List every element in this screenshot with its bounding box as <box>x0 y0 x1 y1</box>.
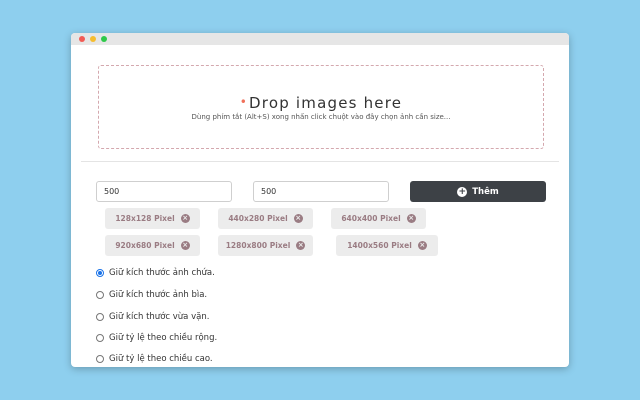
width-input[interactable] <box>96 181 232 202</box>
preset-chip-label: 1280x800 Pixel <box>225 241 291 250</box>
remove-icon[interactable]: × <box>180 214 190 223</box>
resize-mode-label: Giữ kích thước vừa vặn. <box>109 312 210 322</box>
dropzone-title: •Drop images here <box>99 94 543 112</box>
resize-mode-height[interactable]: Giữ tỷ lệ theo chiều cao. <box>96 354 213 364</box>
divider <box>81 161 559 162</box>
remove-icon[interactable]: × <box>417 241 427 250</box>
height-input[interactable] <box>253 181 389 202</box>
resize-mode-label: Giữ tỷ lệ theo chiều rộng. <box>109 333 218 343</box>
preset-chip-440x280[interactable]: 440x280 Pixel × <box>218 208 313 229</box>
remove-icon[interactable]: × <box>406 214 416 223</box>
remove-icon[interactable]: × <box>293 214 303 223</box>
preset-chip-128x128[interactable]: 128x128 Pixel × <box>105 208 200 229</box>
image-dropzone[interactable]: •Drop images here Dùng phím tắt (Alt+S) … <box>98 65 544 149</box>
preset-chip-label: 440x280 Pixel <box>228 214 288 223</box>
dropzone-subtitle: Dùng phím tắt (Alt+S) xong nhấn click ch… <box>191 113 451 121</box>
remove-icon[interactable]: × <box>180 241 190 250</box>
resize-mode-label: Giữ kích thước ảnh bìa. <box>109 290 208 300</box>
radio-button[interactable] <box>96 313 104 321</box>
radio-button[interactable] <box>96 355 104 363</box>
preset-chip-1280x800[interactable]: 1280x800 Pixel × <box>218 235 313 256</box>
minimize-window-icon[interactable] <box>90 36 96 42</box>
preset-chip-1400x560[interactable]: 1400x560 Pixel × <box>336 235 438 256</box>
preset-chip-label: 640x400 Pixel <box>341 214 401 223</box>
preset-chip-920x680[interactable]: 920x680 Pixel × <box>105 235 200 256</box>
dropzone-title-text: Drop images here <box>249 94 403 112</box>
resize-mode-cover[interactable]: Giữ kích thước ảnh bìa. <box>96 290 207 300</box>
resize-mode-label: Giữ tỷ lệ theo chiều cao. <box>109 354 213 364</box>
plus-circle-icon: + <box>457 186 468 197</box>
resize-mode-contain[interactable]: Giữ kích thước ảnh chứa. <box>96 268 215 278</box>
app-window: •Drop images here Dùng phím tắt (Alt+S) … <box>71 33 569 367</box>
radio-button[interactable] <box>96 291 104 299</box>
add-size-label: Thêm <box>472 186 499 197</box>
preset-chip-640x400[interactable]: 640x400 Pixel × <box>331 208 426 229</box>
add-size-button[interactable]: + Thêm <box>410 181 546 202</box>
bullet-icon: • <box>239 95 249 109</box>
maximize-window-icon[interactable] <box>101 36 107 42</box>
radio-button[interactable] <box>96 269 104 277</box>
preset-chip-label: 1400x560 Pixel <box>347 241 412 250</box>
radio-button[interactable] <box>96 334 104 342</box>
window-titlebar <box>71 33 569 45</box>
resize-mode-fit[interactable]: Giữ kích thước vừa vặn. <box>96 312 209 322</box>
remove-icon[interactable]: × <box>296 241 306 250</box>
resize-mode-label: Giữ kích thước ảnh chứa. <box>109 268 215 278</box>
close-window-icon[interactable] <box>79 36 85 42</box>
resize-mode-width[interactable]: Giữ tỷ lệ theo chiều rộng. <box>96 333 217 343</box>
preset-chip-label: 128x128 Pixel <box>115 214 175 223</box>
preset-chip-label: 920x680 Pixel <box>115 241 175 250</box>
